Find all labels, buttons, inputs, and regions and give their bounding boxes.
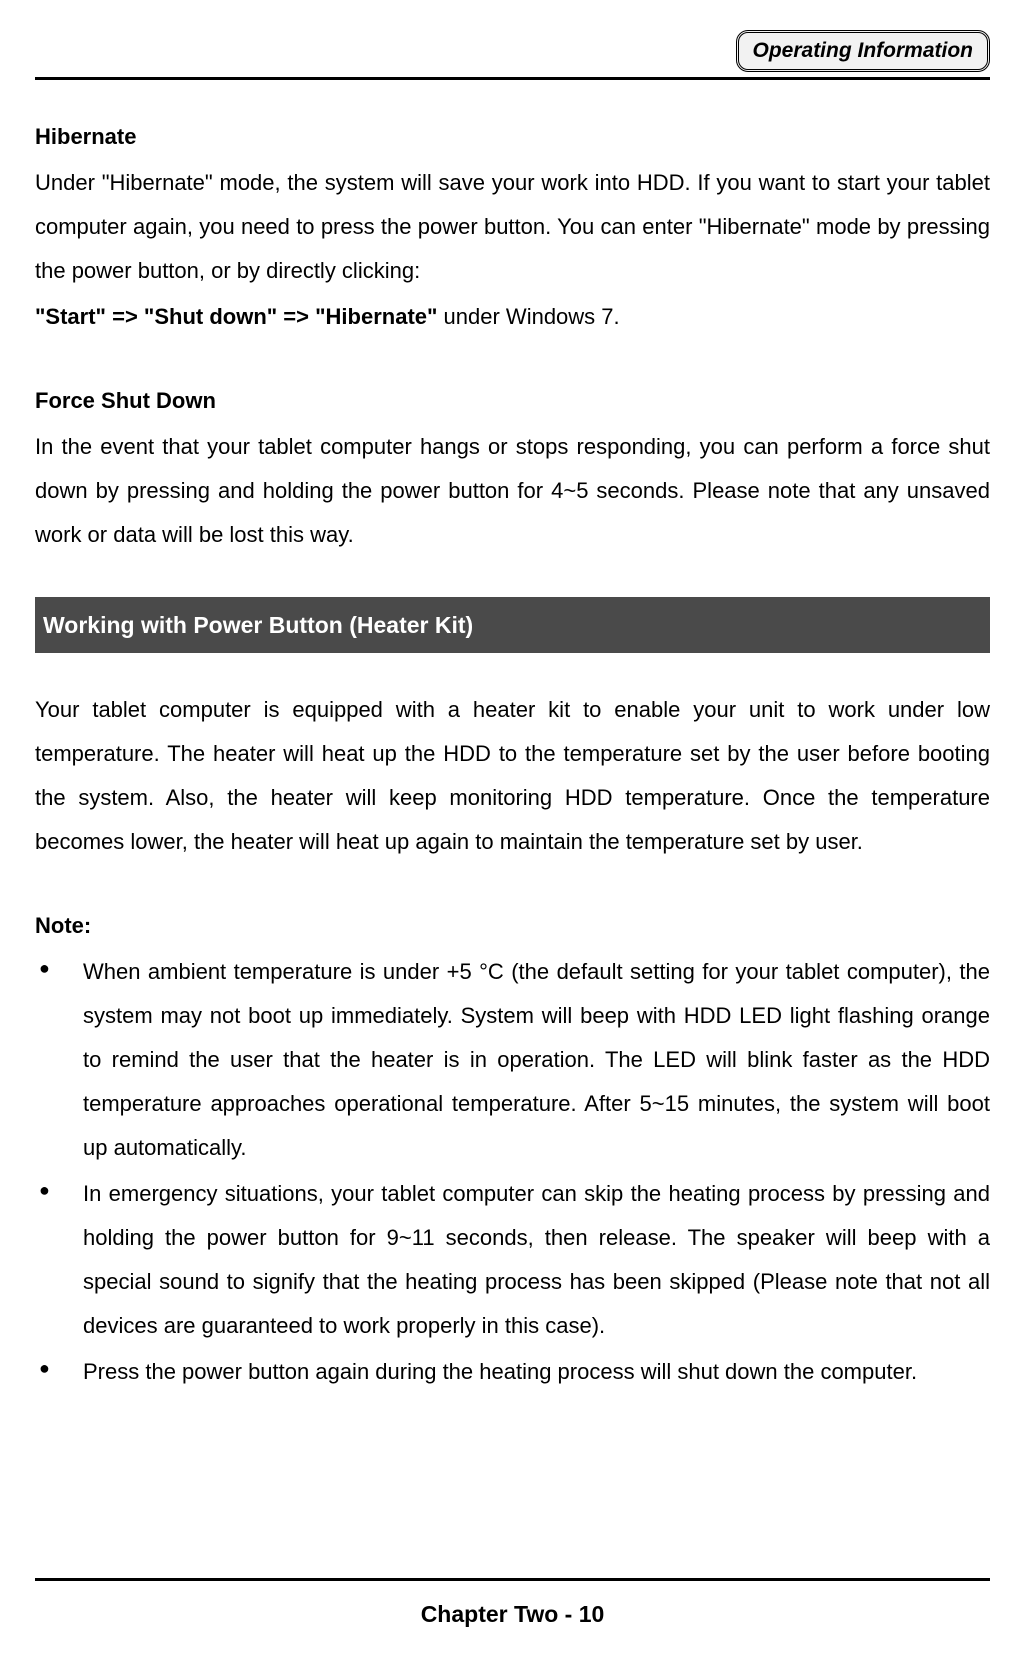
hibernate-path-rest: under Windows 7.	[437, 304, 619, 329]
header-section: Operating Information	[35, 30, 990, 72]
heater-para: Your tablet computer is equipped with a …	[35, 688, 990, 864]
page-number: Chapter Two - 10	[35, 1601, 990, 1628]
section-bar-heater: Working with Power Button (Heater Kit)	[35, 597, 990, 653]
heading-hibernate: Hibernate	[35, 115, 990, 159]
force-shutdown-para: In the event that your tablet computer h…	[35, 425, 990, 557]
note-item-2: In emergency situations, your tablet com…	[35, 1172, 990, 1348]
header-badge: Operating Information	[736, 30, 991, 72]
hibernate-path: "Start" => "Shut down" => "Hibernate" un…	[35, 295, 990, 339]
hibernate-path-bold: "Start" => "Shut down" => "Hibernate"	[35, 304, 437, 329]
note-item-1: When ambient temperature is under +5 °C …	[35, 950, 990, 1170]
note-list: When ambient temperature is under +5 °C …	[35, 950, 990, 1394]
heading-force-shutdown: Force Shut Down	[35, 379, 990, 423]
note-heading: Note:	[35, 904, 990, 948]
footer: Chapter Two - 10	[35, 1578, 990, 1628]
top-rule	[35, 77, 990, 80]
hibernate-para1: Under "Hibernate" mode, the system will …	[35, 161, 990, 293]
main-content: Hibernate Under "Hibernate" mode, the sy…	[35, 115, 990, 1394]
note-item-3: Press the power button again during the …	[35, 1350, 990, 1394]
bottom-rule	[35, 1578, 990, 1581]
